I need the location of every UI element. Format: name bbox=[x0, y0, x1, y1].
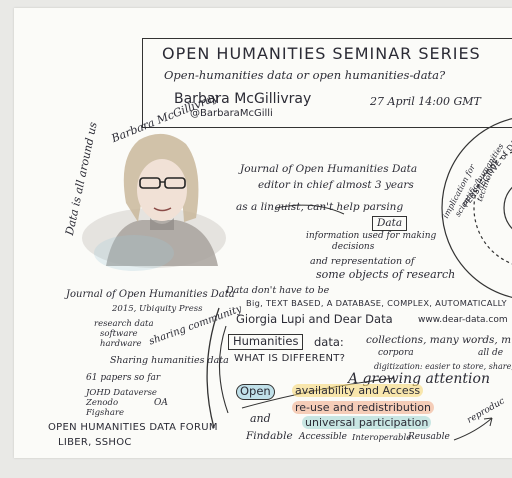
dear-data-url: www.dear-data.com bbox=[418, 315, 508, 325]
data-colon: data: bbox=[314, 335, 344, 349]
and-label: and bbox=[250, 412, 271, 425]
digitization: digitization: easier to store, share, co bbox=[374, 362, 512, 371]
sharing-data: Sharing humanities data bbox=[110, 355, 229, 366]
linguist-note: as a linguist, can't help parsing bbox=[236, 201, 404, 213]
journal-meta: 2015, Ubiquity Press bbox=[112, 304, 203, 314]
dont-have-to-be: Data don't have to be bbox=[226, 285, 330, 296]
universal: universal participation bbox=[302, 416, 432, 429]
open-box: Open bbox=[236, 384, 275, 400]
forum-sub: LIBER, SSHOC bbox=[58, 437, 132, 448]
editor-line-2: editor in chief almost 3 years bbox=[258, 179, 414, 191]
forum-title: OPEN HUMANITIES DATA FORUM bbox=[48, 422, 218, 433]
collections: collections, many words, m bbox=[366, 334, 512, 346]
humanities-box: Humanities bbox=[228, 334, 304, 350]
repo-1: JOHD Dataverse bbox=[86, 388, 157, 398]
oa-label: OA bbox=[154, 398, 168, 408]
data-word-box: Data bbox=[372, 216, 408, 231]
dear-data-title: Giorgia Lupi and Dear Data bbox=[236, 312, 393, 326]
availability: availability and Access bbox=[292, 384, 424, 397]
repo-3: Figshare bbox=[86, 408, 125, 418]
papers-count: 61 papers so far bbox=[86, 373, 161, 383]
sketchnote-sheet: OPEN HUMANITIES SEMINAR SERIES Open-huma… bbox=[14, 8, 512, 458]
info-line-1: information used for making bbox=[306, 231, 437, 241]
info-line-2: decisions bbox=[332, 242, 375, 252]
repo-2: Zenodo bbox=[86, 398, 119, 408]
fair-interoperable: Interoperable bbox=[352, 433, 412, 443]
corpora: corpora bbox=[378, 348, 414, 358]
talk-subtitle: Open-humanities data or open humanities-… bbox=[164, 68, 446, 82]
topic-3: hardware bbox=[100, 339, 142, 349]
all-de: all de bbox=[478, 348, 504, 358]
reuse: re-use and redistribution bbox=[292, 401, 434, 414]
repr-line-1: and representation of bbox=[310, 256, 415, 267]
fair-findable: Findable bbox=[246, 430, 293, 442]
topic-1: research data bbox=[94, 319, 154, 329]
portrait-illustration bbox=[82, 133, 226, 271]
what-is-different: WHAT IS DIFFERENT? bbox=[234, 353, 346, 364]
speaker-handle: @BarbaraMcGilli bbox=[190, 108, 273, 119]
topic-2: software bbox=[100, 329, 138, 339]
journal-title: Journal of Open Humanities Data bbox=[66, 289, 235, 300]
fair-reusable: Reusable bbox=[408, 432, 450, 442]
fair-accessible: Accessible bbox=[299, 432, 347, 442]
talk-date: 27 April 14:00 GMT bbox=[370, 95, 481, 108]
series-title: OPEN HUMANITIES SEMINAR SERIES bbox=[162, 44, 481, 63]
data-types: Big, TEXT BASED, A DATABASE, COMPLEX, AU… bbox=[246, 298, 507, 308]
editor-line-1: Journal of Open Humanities Data bbox=[240, 163, 418, 175]
repr-line-2: some objects of research bbox=[316, 268, 456, 281]
